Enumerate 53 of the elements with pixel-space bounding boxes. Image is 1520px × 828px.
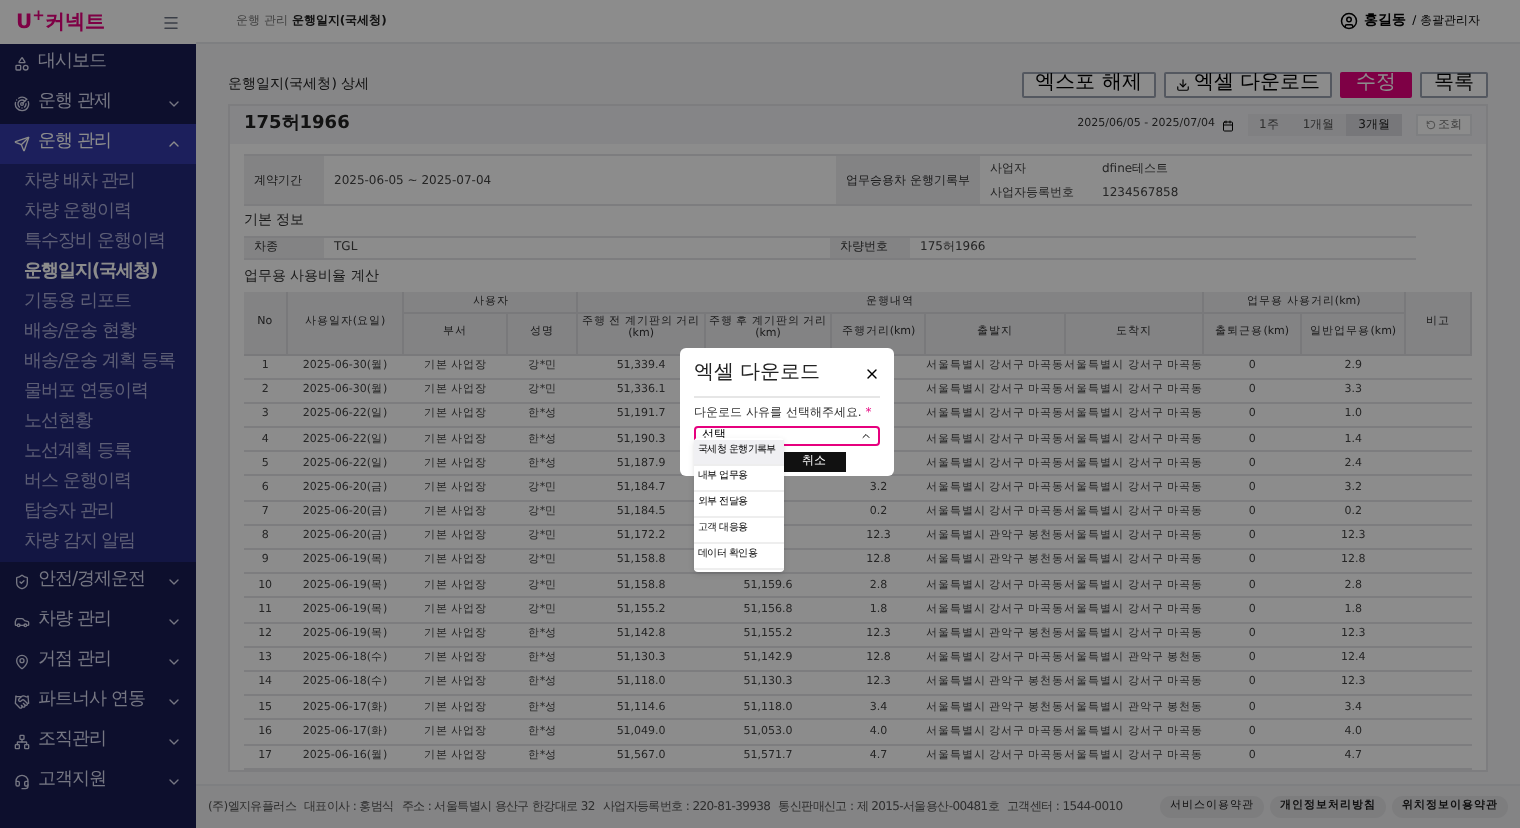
chevron-down-icon [166, 614, 182, 630]
menu-item-icon [14, 654, 30, 670]
chevron-down-icon [166, 774, 182, 790]
sidebar-menu-item[interactable]: 안전/경제운전 [0, 562, 196, 602]
menu-item-icon [14, 574, 30, 590]
submenu-item[interactable]: 노선현황 [0, 408, 196, 438]
submenu-item[interactable]: 운행일지(국세청) [0, 258, 196, 288]
dialog-title: 엑셀 다운로드 [694, 360, 821, 388]
chevron-down-icon [166, 96, 182, 112]
sidebar-menu-item[interactable]: 운행 관리 [0, 124, 196, 164]
chevron-up-icon [860, 430, 872, 442]
menu-icon[interactable] [162, 13, 180, 31]
chevron-up-icon [166, 136, 182, 152]
chevron-down-icon [166, 694, 182, 710]
menu-item-icon [14, 96, 30, 112]
sidebar-menu-item[interactable]: 고객지원 [0, 762, 196, 802]
chevron-down-icon [166, 654, 182, 670]
submenu-item[interactable]: 특수장비 운행이력 [0, 228, 196, 258]
sidebar-menu-item[interactable]: 운행 관제 [0, 84, 196, 124]
submenu-item[interactable]: 차량 배차 관리 [0, 168, 196, 198]
excel-download-button[interactable]: 엑셀 다운로드 [1163, 71, 1332, 97]
menu-item-icon [14, 734, 30, 750]
chevron-down-icon [166, 574, 182, 590]
user-icon [1340, 12, 1359, 30]
menu-item-icon [14, 614, 30, 630]
sidebar-menu-item[interactable]: 차량 관리 [0, 602, 196, 642]
submenu-item[interactable]: 탑승자 관리 [0, 498, 196, 528]
submenu-item[interactable]: 배송/운송 계획 등록 [0, 348, 196, 378]
menu-item-icon [14, 56, 30, 72]
submenu-item[interactable]: 노선계획 등록 [0, 438, 196, 468]
menu-item-icon [14, 136, 30, 152]
logo: U$^{+}$커넥트 [16, 7, 105, 37]
page-button[interactable]: 엑스포 해제 [1021, 71, 1156, 97]
calendar-icon[interactable] [1221, 119, 1234, 131]
refresh-icon [1426, 120, 1436, 130]
chevron-down-icon [166, 734, 182, 750]
submenu-item[interactable]: 차량 운행이력 [0, 198, 196, 228]
submenu-item[interactable]: 버스 운행이력 [0, 468, 196, 498]
download-icon [1175, 77, 1190, 91]
sidebar-menu-item[interactable]: 파트너사 연동 [0, 682, 196, 722]
sidebar-menu-item[interactable]: 거점 관리 [0, 642, 196, 682]
sidebar-menu-item[interactable]: 대시보드 [0, 44, 196, 84]
edit-button[interactable]: 수정 [1340, 71, 1412, 97]
submenu-item[interactable]: 차량 감지 알림 [0, 528, 196, 558]
menu-item-icon [14, 694, 30, 710]
vehicle-number: 175허1966 [244, 111, 350, 138]
submenu-item[interactable]: 물버포 연동이력 [0, 378, 196, 408]
menu-item-icon [14, 774, 30, 790]
submenu-item[interactable]: 기동용 리포트 [0, 288, 196, 318]
sidebar-menu-item[interactable]: 조직관리 [0, 722, 196, 762]
close-icon[interactable] [864, 365, 880, 381]
page-button[interactable]: 목록 [1420, 71, 1488, 97]
submenu-item[interactable]: 배송/운송 현황 [0, 318, 196, 348]
